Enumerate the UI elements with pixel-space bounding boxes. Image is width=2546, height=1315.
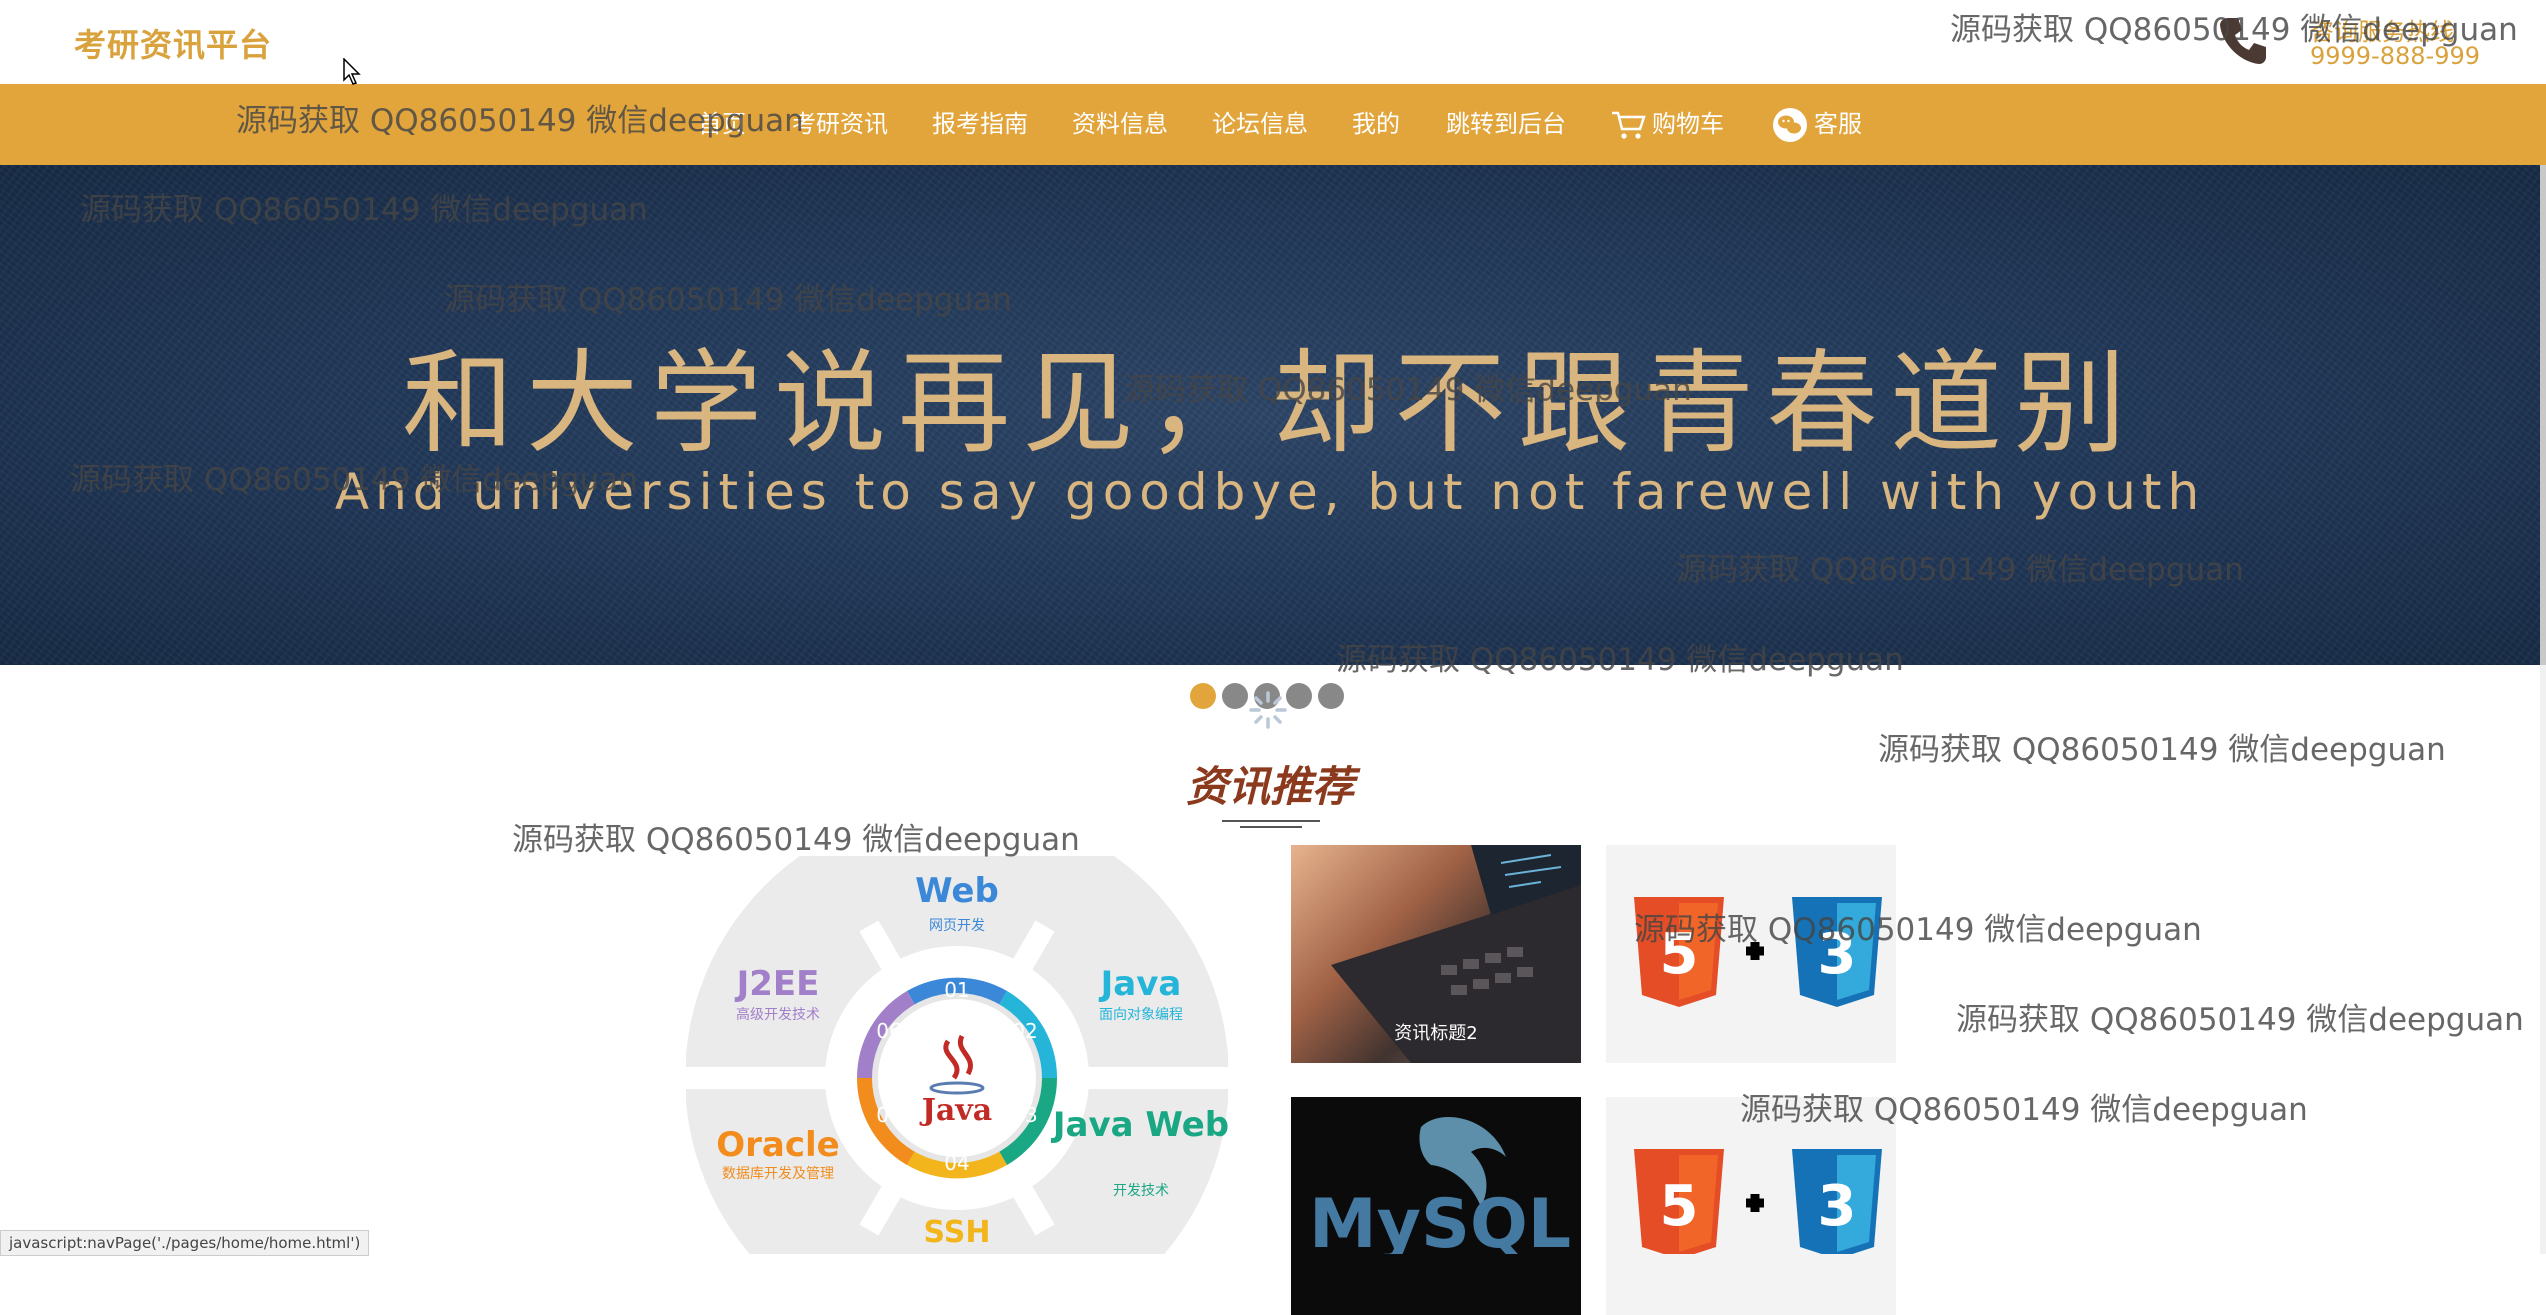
- card-caption: 资讯标题2: [1394, 1023, 1478, 1044]
- news-card[interactable]: 5 3: [1606, 845, 1896, 1063]
- nav-item-label: 我的: [1352, 110, 1400, 138]
- wheel-segment-title-3: Java Web: [1051, 1105, 1228, 1145]
- main-nav: 首页 考研资讯 报考指南 资料信息 论坛信息 我的 跳转到后台 购物车 客服: [0, 84, 2546, 165]
- wheel-num-2: 02: [1012, 1019, 1037, 1043]
- nav-item-guide[interactable]: 报考指南: [932, 84, 1028, 165]
- nav-item-label: 首页: [698, 110, 746, 138]
- nav-item-mine[interactable]: 我的: [1352, 84, 1400, 165]
- wheel-center-label: Java: [919, 1093, 993, 1128]
- svg-text:3: 3: [1818, 1174, 1857, 1239]
- cart-icon: [1612, 111, 1646, 139]
- html5-css3-image: 5 3: [1634, 897, 1882, 1007]
- wheel-segment-sub-5: 数据库开发及管理: [722, 1166, 834, 1182]
- loading-spinner-icon: [1249, 691, 1287, 729]
- wheel-segment-sub-3: 开发技术: [1113, 1183, 1169, 1199]
- wheel-segment-title-2: Java: [1099, 964, 1182, 1004]
- wheel-segment-title-6: J2EE: [735, 964, 820, 1004]
- mysql-image: MySQL: [1309, 1117, 1571, 1264]
- svg-text:5: 5: [1660, 1174, 1699, 1239]
- carousel-dot-5[interactable]: [1318, 683, 1344, 709]
- phone-icon: [2220, 18, 2266, 64]
- wheel-segment-sub-1: 网页开发: [929, 918, 985, 934]
- wheel-num-4: 04: [944, 1151, 969, 1175]
- section-divider: [1222, 820, 1320, 822]
- browser-status-bar: javascript:navPage('./pages/home/home.ht…: [0, 1230, 370, 1256]
- nav-item-label: 跳转到后台: [1446, 110, 1566, 138]
- banner-title: 和大学说再见，却不跟青春道别: [402, 339, 2138, 469]
- svg-text:5: 5: [1660, 922, 1699, 987]
- watermark-text: 源码获取 QQ86050149 微信deepguan: [512, 822, 1080, 858]
- wheel-segment-sub-6: 高级开发技术: [736, 1006, 820, 1023]
- news-card[interactable]: 5 3: [1606, 1097, 1896, 1315]
- carousel-dot-4[interactable]: [1286, 683, 1312, 709]
- wheel-num-5: 05: [876, 1103, 901, 1127]
- wheel-num-1: 01: [944, 978, 969, 1002]
- wheel-segment-title-4: SSH: [924, 1215, 991, 1250]
- nav-item-label: 报考指南: [932, 110, 1028, 138]
- mouse-cursor-icon: [343, 58, 361, 85]
- wheel-num-3: 03: [1012, 1103, 1037, 1127]
- mysql-logo-text: MySQL: [1309, 1185, 1571, 1254]
- nav-item-home[interactable]: 首页: [698, 84, 746, 165]
- wheel-segment-title-1: Web: [915, 871, 999, 911]
- carousel-dot-2[interactable]: [1222, 683, 1248, 709]
- carousel-dot-1[interactable]: [1190, 683, 1216, 709]
- hotline-number: 9999-888-999: [2310, 42, 2481, 70]
- nav-item-materials[interactable]: 资料信息: [1072, 84, 1168, 165]
- nav-item-news[interactable]: 考研资讯: [792, 84, 888, 165]
- wheel-num-6: 06: [876, 1019, 901, 1043]
- news-card[interactable]: MySQL: [1291, 1097, 1581, 1315]
- scrollbar-thumb[interactable]: [2540, 165, 2546, 665]
- nav-item-admin[interactable]: 跳转到后台: [1446, 84, 1566, 165]
- html5-css3-image: 5 3: [1634, 1149, 1882, 1259]
- banner-subtitle: And universities to say goodbye, but not…: [334, 463, 2206, 521]
- news-card[interactable]: 资讯标题2: [1291, 845, 1581, 1063]
- wheel-segment-title-5: Oracle: [716, 1125, 839, 1165]
- watermark-text: 源码获取 QQ86050149 微信deepguan: [1956, 1002, 2524, 1038]
- watermark-text: 源码获取 QQ86050149 微信deepguan: [1878, 732, 2446, 768]
- top-header: 考研资讯平台 咨询服务热线 9999-888-999: [0, 0, 2546, 84]
- nav-item-label: 客服: [1814, 110, 1862, 138]
- section-divider: [1240, 826, 1302, 828]
- java-tech-wheel-image[interactable]: Java 01 02 03 04 05 06 Web 网页开发 Java 面向对…: [686, 856, 1228, 1254]
- nav-item-label: 论坛信息: [1212, 110, 1308, 138]
- wheel-segment-sub-2: 面向对象编程: [1099, 1007, 1183, 1023]
- nav-item-forum[interactable]: 论坛信息: [1212, 84, 1308, 165]
- site-logo[interactable]: 考研资讯平台: [74, 20, 272, 66]
- nav-item-label: 考研资讯: [792, 110, 888, 138]
- section-title: 资讯推荐: [1185, 762, 1354, 811]
- nav-item-service[interactable]: 客服: [1772, 84, 1862, 165]
- wechat-icon: [1773, 108, 1807, 142]
- svg-text:3: 3: [1818, 922, 1857, 987]
- nav-item-cart[interactable]: 购物车: [1610, 84, 1724, 165]
- nav-item-label: 购物车: [1652, 110, 1724, 138]
- hero-banner[interactable]: 和大学说再见，却不跟青春道别 And universities to say g…: [0, 165, 2540, 665]
- nav-item-label: 资料信息: [1072, 110, 1168, 138]
